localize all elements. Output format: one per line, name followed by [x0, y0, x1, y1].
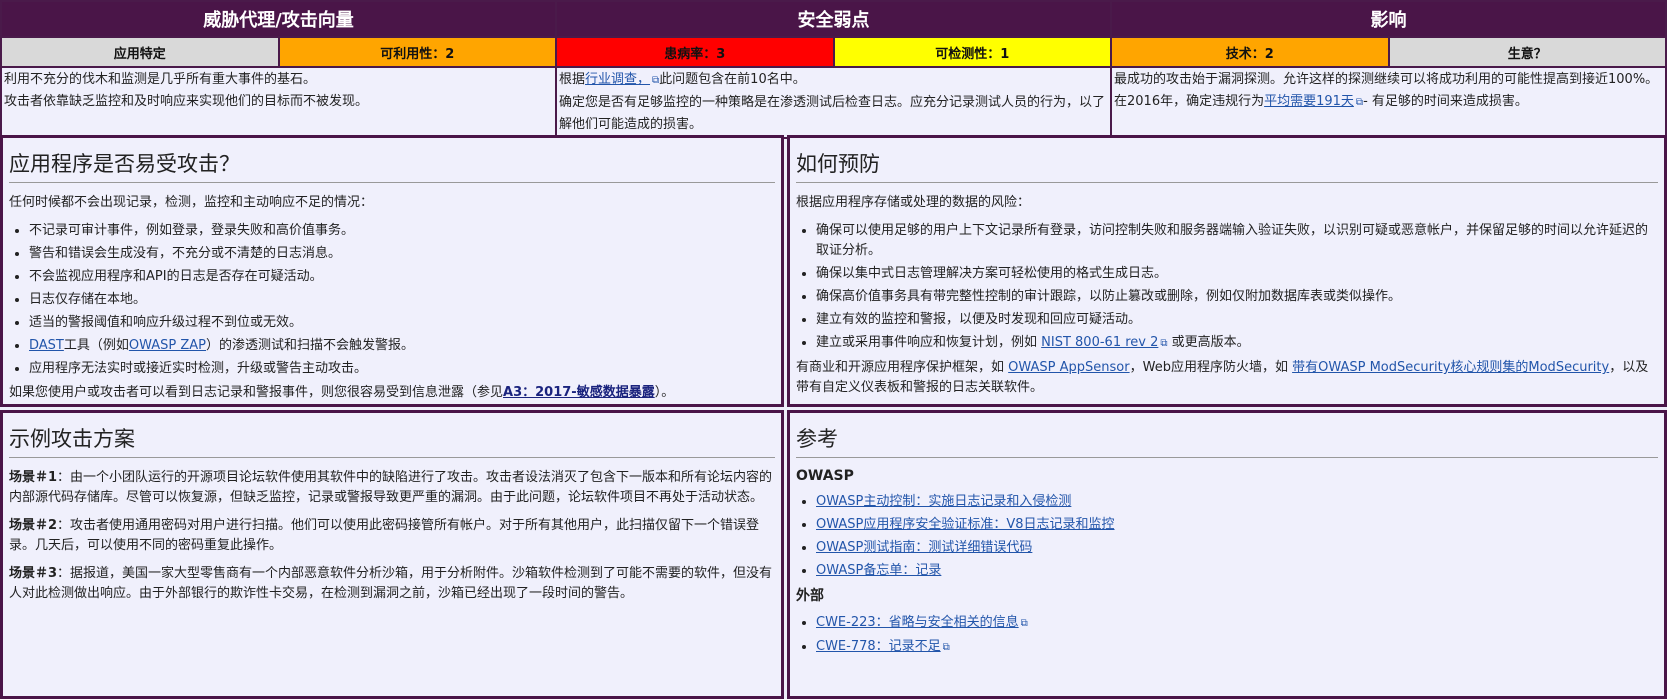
business-impact-rating: 生意？ — [1387, 36, 1667, 68]
impacts-desc-line2: 在2016年，确定违规行为平均需要191天- 有足够的时间来造成损害。 — [1114, 91, 1663, 114]
prevent-intro: 根据应用程序存储或处理的数据的风险： — [796, 195, 1031, 210]
scenario-1-label: 场景＃1 — [9, 470, 58, 485]
owasp-zap-link[interactable]: OWASP ZAP — [129, 338, 206, 353]
list-item: OWASP主动控制：实施日志记录和入侵检测 — [816, 492, 1658, 512]
list-item: 适当的警报阈值和响应升级过程不到位或无效。 — [29, 313, 775, 333]
references-section: 参考 OWASP OWASP主动控制：实施日志记录和入侵检测 OWASP应用程序… — [787, 410, 1667, 699]
dast-link[interactable]: DAST — [29, 338, 64, 353]
security-weakness-header: 安全弱点 — [555, 0, 1112, 38]
list-item: CWE-223：省略与安全相关的信息 — [816, 613, 1658, 634]
vulnerable-title: 应用程序是否易受攻击？ — [9, 148, 775, 183]
scenarios-section: 示例攻击方案 场景＃1：由一个小团队运行的开源项目论坛软件使用其软件中的缺陷进行… — [0, 410, 784, 699]
external-reference-list: CWE-223：省略与安全相关的信息 CWE-778：记录不足 — [796, 613, 1658, 658]
impacts-header: 影响 — [1110, 0, 1667, 38]
list-item: OWASP应用程序安全验证标准：V8日志记录和监控 — [816, 515, 1658, 535]
owasp-appsensor-link[interactable]: OWASP AppSensor — [1008, 360, 1129, 375]
vulnerable-list: 不记录可审计事件，例如登录，登录失败和高价值事务。 警告和错误会生成没有，不充分… — [9, 221, 775, 379]
threat-desc-line2: 攻击者依靠缺乏监控和及时响应来实现他们的目标而不被发现。 — [4, 94, 369, 109]
owasp-reference-link[interactable]: OWASP备忘单：记录 — [816, 563, 941, 578]
nist-800-61-link[interactable]: NIST 800-61 rev 2 — [1041, 335, 1167, 350]
scenario-3: 场景＃3：据报道，美国一家大型零售商有一个内部恶意软件分析沙箱，用于分析附件。沙… — [9, 566, 773, 601]
weakness-desc-line2: 确定您是否有足够监控的一种策略是在渗透测试后检查日志。应充分记录测试人员的行为，… — [559, 95, 1106, 132]
list-item: 建立或采用事件响应和恢复计划，例如 NIST 800-61 rev 2 或更高版… — [816, 333, 1658, 354]
threat-agents-description: 利用不充分的伐木和监测是几乎所有重大事件的基石。 攻击者依靠缺乏监控和及时响应来… — [0, 66, 557, 139]
list-item: 应用程序无法实时或接近实时检测，升级或警告主动攻击。 — [29, 359, 775, 379]
a3-sensitive-data-link[interactable]: A3：2017-敏感数据暴露 — [503, 385, 655, 400]
list-item: OWASP测试指南：测试详细错误代码 — [816, 538, 1658, 558]
list-item: 不会监视应用程序和API的日志是否存在可疑活动。 — [29, 267, 775, 287]
owasp-reference-list: OWASP主动控制：实施日志记录和入侵检测 OWASP应用程序安全验证标准：V8… — [796, 492, 1658, 581]
scenario-2-label: 场景＃2 — [9, 518, 58, 533]
owasp-reference-link[interactable]: OWASP主动控制：实施日志记录和入侵检测 — [816, 494, 1071, 509]
scenario-3-label: 场景＃3 — [9, 566, 58, 581]
owasp-heading: OWASP — [796, 468, 854, 484]
prevalence-rating: 患病率：3 — [555, 36, 835, 68]
risk-rating-table: 威胁代理/攻击向量 安全弱点 影响 应用特定 可利用性：2 患病率：3 可检测性… — [0, 0, 1667, 139]
list-item: 警告和错误会生成没有，不充分或不清楚的日志消息。 — [29, 244, 775, 264]
scenarios-title: 示例攻击方案 — [9, 423, 775, 458]
weakness-description: 根据行业调查，此问题包含在前10名中。 确定您是否有足够监控的一种策略是在渗透测… — [555, 66, 1112, 139]
external-heading: 外部 — [796, 588, 824, 604]
vulnerable-section: 应用程序是否易受攻击？ 任何时候都不会出现记录，检测，监控和主动响应不足的情况：… — [0, 135, 784, 407]
impacts-desc-line1: 最成功的攻击始于漏洞探测。允许这样的探测继续可以将成功利用的可能性提高到接近10… — [1114, 72, 1659, 87]
detectability-rating: 可检测性：1 — [832, 36, 1112, 68]
impacts-description: 最成功的攻击始于漏洞探测。允许这样的探测继续可以将成功利用的可能性提高到接近10… — [1110, 66, 1667, 139]
prevent-title: 如何预防 — [796, 148, 1658, 183]
owasp-reference-link[interactable]: OWASP应用程序安全验证标准：V8日志记录和监控 — [816, 517, 1115, 532]
modsecurity-link[interactable]: 带有OWASP ModSecurity核心规则集的ModSecurity — [1292, 360, 1609, 375]
scenario-2: 场景＃2：攻击者使用通用密码对用户进行扫描。他们可以使用此密码接管所有帐户。对于… — [9, 518, 760, 553]
external-reference-link[interactable]: CWE-223：省略与安全相关的信息 — [816, 615, 1028, 630]
list-item: OWASP备忘单：记录 — [816, 561, 1658, 581]
average-191-days-link[interactable]: 平均需要191天 — [1264, 94, 1363, 109]
list-item: 日志仅存储在本地。 — [29, 290, 775, 310]
vulnerable-outro: 如果您使用户或攻击者可以看到日志记录和警报事件，则您很容易受到信息泄露（参见A3… — [9, 385, 675, 400]
references-title: 参考 — [796, 423, 1658, 458]
vulnerable-intro: 任何时候都不会出现记录，检测，监控和主动响应不足的情况： — [9, 195, 374, 210]
list-item: 建立有效的监控和警报，以便及时发现和回应可疑活动。 — [816, 310, 1658, 330]
list-item: CWE-778：记录不足 — [816, 637, 1658, 658]
external-reference-link[interactable]: CWE-778：记录不足 — [816, 639, 950, 654]
owasp-reference-link[interactable]: OWASP测试指南：测试详细错误代码 — [816, 540, 1032, 555]
list-item: DAST工具（例如OWASP ZAP）的渗透测试和扫描不会触发警报。 — [29, 336, 775, 356]
threat-desc-line1: 利用不充分的伐木和监测是几乎所有重大事件的基石。 — [4, 72, 317, 87]
list-item: 不记录可审计事件，例如登录，登录失败和高价值事务。 — [29, 221, 775, 241]
prevent-list: 确保可以使用足够的用户上下文记录所有登录，访问控制失败和服务器端输入验证失败，以… — [796, 221, 1658, 354]
weakness-desc-line1: 根据行业调查，此问题包含在前10名中。 — [559, 69, 1108, 92]
prevent-outro: 有商业和开源应用程序保护框架，如 OWASP AppSensor，Web应用程序… — [796, 360, 1649, 395]
industry-survey-link[interactable]: 行业调查， — [585, 72, 659, 87]
list-item: 确保以集中式日志管理解决方案可轻松使用的格式生成日志。 — [816, 264, 1658, 284]
list-item: 确保高价值事务具有带完整性控制的审计跟踪，以防止篡改或删除，例如仅附加数据库表或… — [816, 287, 1658, 307]
technical-impact-rating: 技术：2 — [1110, 36, 1390, 68]
prevent-section: 如何预防 根据应用程序存储或处理的数据的风险： 确保可以使用足够的用户上下文记录… — [787, 135, 1667, 407]
exploitability-rating: 可利用性：2 — [277, 36, 557, 68]
list-item: 确保可以使用足够的用户上下文记录所有登录，访问控制失败和服务器端输入验证失败，以… — [816, 221, 1658, 261]
app-specific-rating: 应用特定 — [0, 36, 280, 68]
scenario-1: 场景＃1：由一个小团队运行的开源项目论坛软件使用其软件中的缺陷进行了攻击。攻击者… — [9, 470, 773, 505]
threat-agents-header: 威胁代理/攻击向量 — [0, 0, 557, 38]
